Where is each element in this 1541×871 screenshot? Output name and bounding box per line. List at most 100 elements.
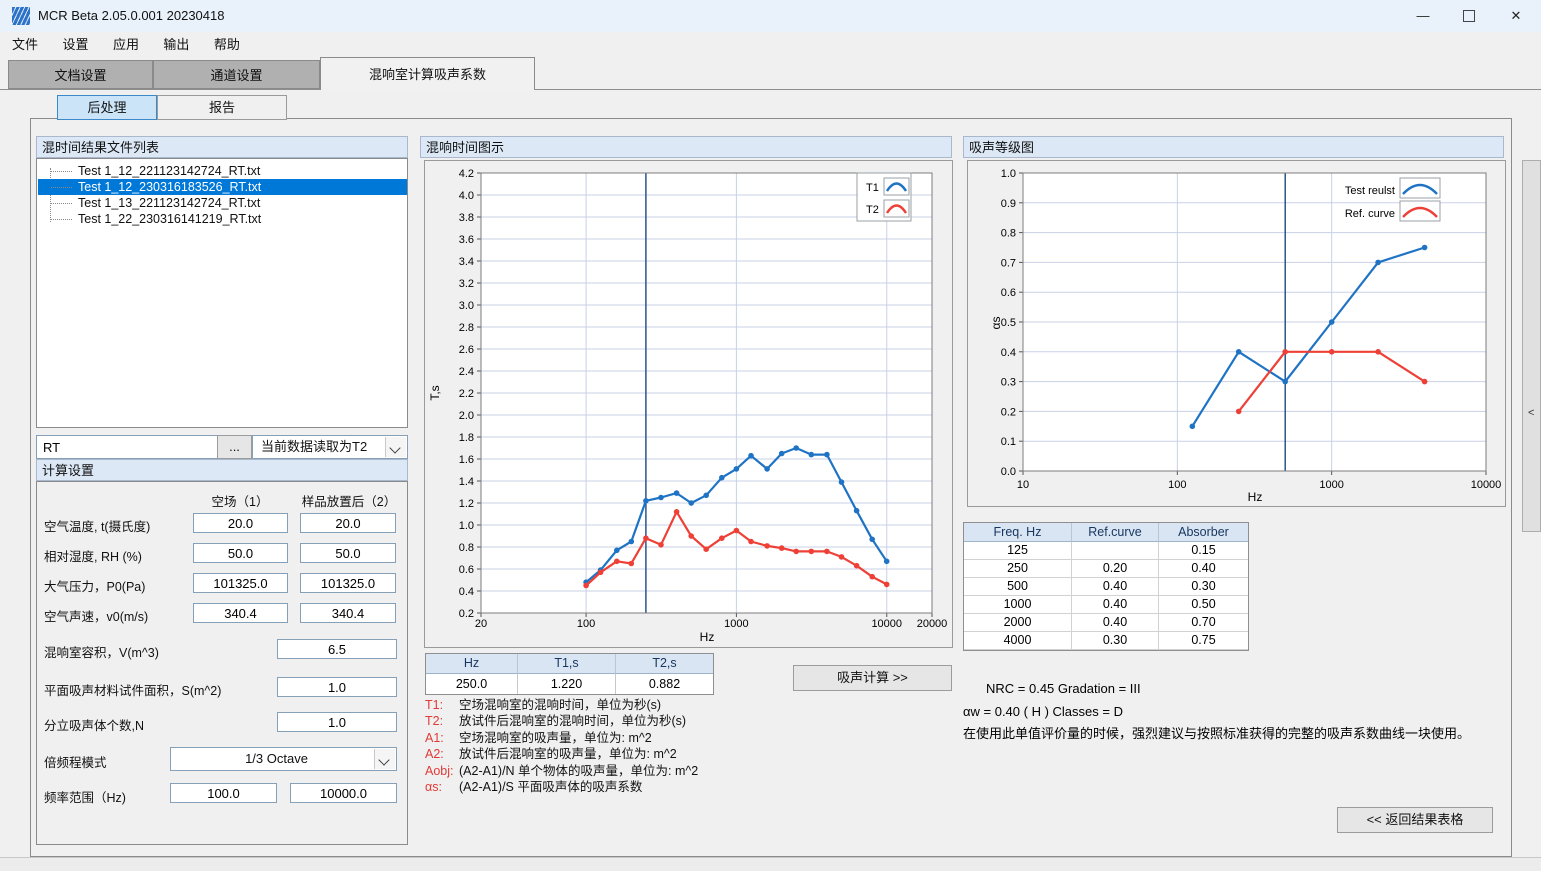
table-cell: 1.220 <box>518 674 616 694</box>
pressure-input-2[interactable] <box>300 573 396 593</box>
back-to-results-button[interactable]: << 返回结果表格 <box>1337 807 1493 833</box>
svg-text:2.2: 2.2 <box>459 388 474 400</box>
menu-file[interactable]: 文件 <box>4 32 46 57</box>
list-item-selected[interactable]: Test 1_12_230316183526_RT.txt <box>38 179 407 195</box>
svg-text:100: 100 <box>577 618 595 630</box>
svg-text:3.2: 3.2 <box>459 278 474 290</box>
svg-text:2.8: 2.8 <box>459 322 474 334</box>
tree-dots-icon <box>51 187 72 188</box>
rt-chart-header: 混响时间图示 <box>420 136 952 158</box>
table-header-cell: T2,s <box>616 654 713 674</box>
menu-output[interactable]: 输出 <box>155 32 197 57</box>
svg-text:20000: 20000 <box>917 618 948 630</box>
table-cell: 0.30 <box>1159 578 1248 596</box>
table-cell: 2000 <box>964 614 1072 632</box>
svg-text:10: 10 <box>1017 479 1029 491</box>
svg-text:0.6: 0.6 <box>459 564 474 576</box>
maximize-button[interactable] <box>1446 0 1492 32</box>
svg-text:0.7: 0.7 <box>1001 257 1016 269</box>
svg-text:0.2: 0.2 <box>459 608 474 620</box>
svg-text:0.8: 0.8 <box>1001 228 1016 240</box>
table-cell: 1000 <box>964 596 1072 614</box>
chevron-down-icon <box>389 442 400 453</box>
sound-speed-input-1[interactable] <box>193 603 288 623</box>
tab-channel-settings[interactable]: 通道设置 <box>153 60 320 89</box>
svg-text:0.2: 0.2 <box>1001 406 1016 418</box>
svg-text:0.6: 0.6 <box>1001 287 1016 299</box>
pressure-input-1[interactable] <box>193 573 288 593</box>
app-window: MCR Beta 2.05.0.001 20230418 — ✕ 文件 设置 应… <box>0 0 1541 871</box>
subtab-report[interactable]: 报告 <box>157 95 287 120</box>
svg-text:10000: 10000 <box>871 618 902 630</box>
menu-help[interactable]: 帮助 <box>206 32 248 57</box>
tab-document-settings[interactable]: 文档设置 <box>8 60 153 89</box>
definition-line: T1:空场混响室的混响时间，单位为秒(s) <box>425 697 698 713</box>
sample-area-input[interactable] <box>277 677 397 697</box>
table-cell: 0.50 <box>1159 596 1248 614</box>
list-item[interactable]: Test 1_12_221123142724_RT.txt <box>38 163 407 179</box>
absorption-calc-button[interactable]: 吸声计算 >> <box>793 665 952 691</box>
svg-text:0.9: 0.9 <box>1001 198 1016 210</box>
tree-dots-icon <box>51 171 72 172</box>
definition-text: 放试件后混响室的吸声量，单位为: m^2 <box>459 747 677 761</box>
svg-text:3.8: 3.8 <box>459 212 474 224</box>
menu-apply[interactable]: 应用 <box>105 32 147 57</box>
definition-line: αs:(A2-A1)/S 平面吸声体的吸声系数 <box>425 779 698 795</box>
data-read-combo[interactable]: 当前数据读取为T2 <box>252 435 408 459</box>
pressure-label: 大气压力，P0(Pa) <box>44 576 145 595</box>
definition-text: 空场混响室的吸声量，单位为: m^2 <box>459 731 652 745</box>
definition-key: αs: <box>425 779 455 795</box>
table-cell: 0.75 <box>1159 632 1248 650</box>
list-item[interactable]: Test 1_13_221123142724_RT.txt <box>38 195 407 211</box>
table-cell: 0.15 <box>1159 542 1248 560</box>
absorber-count-input[interactable] <box>277 712 397 732</box>
svg-text:Test reulst: Test reulst <box>1345 185 1395 197</box>
list-item[interactable]: Test 1_22_230316141219_RT.txt <box>38 211 407 227</box>
svg-text:Hz: Hz <box>1248 490 1263 504</box>
subtab-postprocess[interactable]: 后处理 <box>57 95 157 120</box>
file-name: Test 1_13_221123142724_RT.txt <box>78 196 260 210</box>
table-cell: 4000 <box>964 632 1072 650</box>
room-volume-input[interactable] <box>277 639 397 659</box>
definition-line: A2:放试件后混响室的吸声量，单位为: m^2 <box>425 746 698 762</box>
octave-mode-combo[interactable]: 1/3 Octave <box>170 747 397 771</box>
browse-button[interactable]: ... <box>217 435 252 459</box>
tab-reverb-absorption[interactable]: 混响室计算吸声系数 <box>320 57 535 90</box>
humidity-input-1[interactable] <box>193 543 288 563</box>
chevron-down-icon <box>378 754 389 765</box>
definition-text: (A2-A1)/N 单个物体的吸声量，单位为: m^2 <box>459 764 698 778</box>
temperature-label: 空气温度, t(摄氏度) <box>44 516 150 535</box>
svg-text:4.0: 4.0 <box>459 190 474 202</box>
definition-key: Aobj: <box>425 763 455 779</box>
svg-text:T2: T2 <box>866 204 879 216</box>
collapse-left-icon[interactable]: < <box>1528 407 1534 419</box>
svg-text:4.2: 4.2 <box>459 168 474 180</box>
maximize-icon <box>1463 10 1475 22</box>
svg-text:3.0: 3.0 <box>459 300 474 312</box>
close-button[interactable]: ✕ <box>1493 0 1539 32</box>
humidity-label: 相对湿度, RH (%) <box>44 546 142 565</box>
rt-name-input[interactable] <box>36 435 218 459</box>
sound-speed-input-2[interactable] <box>300 603 396 623</box>
table-cell: 0.40 <box>1159 560 1248 578</box>
menubar: 文件 设置 应用 输出 帮助 <box>0 32 1541 57</box>
table-cell: 0.40 <box>1072 596 1159 614</box>
table-cell: 0.70 <box>1159 614 1248 632</box>
table-header-cell: Freq. Hz <box>964 523 1072 542</box>
svg-text:1.0: 1.0 <box>459 520 474 532</box>
freq-min-input[interactable] <box>170 783 277 803</box>
menu-settings[interactable]: 设置 <box>54 32 96 57</box>
svg-text:3.6: 3.6 <box>459 234 474 246</box>
humidity-input-2[interactable] <box>300 543 396 563</box>
temperature-input-1[interactable] <box>193 513 288 533</box>
freq-max-input[interactable] <box>290 783 397 803</box>
file-list-header: 混时间结果文件列表 <box>36 136 408 158</box>
table-cell: 125 <box>964 542 1072 560</box>
minimize-button[interactable]: — <box>1400 0 1446 32</box>
table-cell: 500 <box>964 578 1072 596</box>
table-cell: 0.882 <box>616 674 713 694</box>
svg-text:1.0: 1.0 <box>1001 168 1016 180</box>
svg-text:αs: αs <box>989 317 1003 330</box>
temperature-input-2[interactable] <box>300 513 396 533</box>
definition-line: A1:空场混响室的吸声量，单位为: m^2 <box>425 730 698 746</box>
